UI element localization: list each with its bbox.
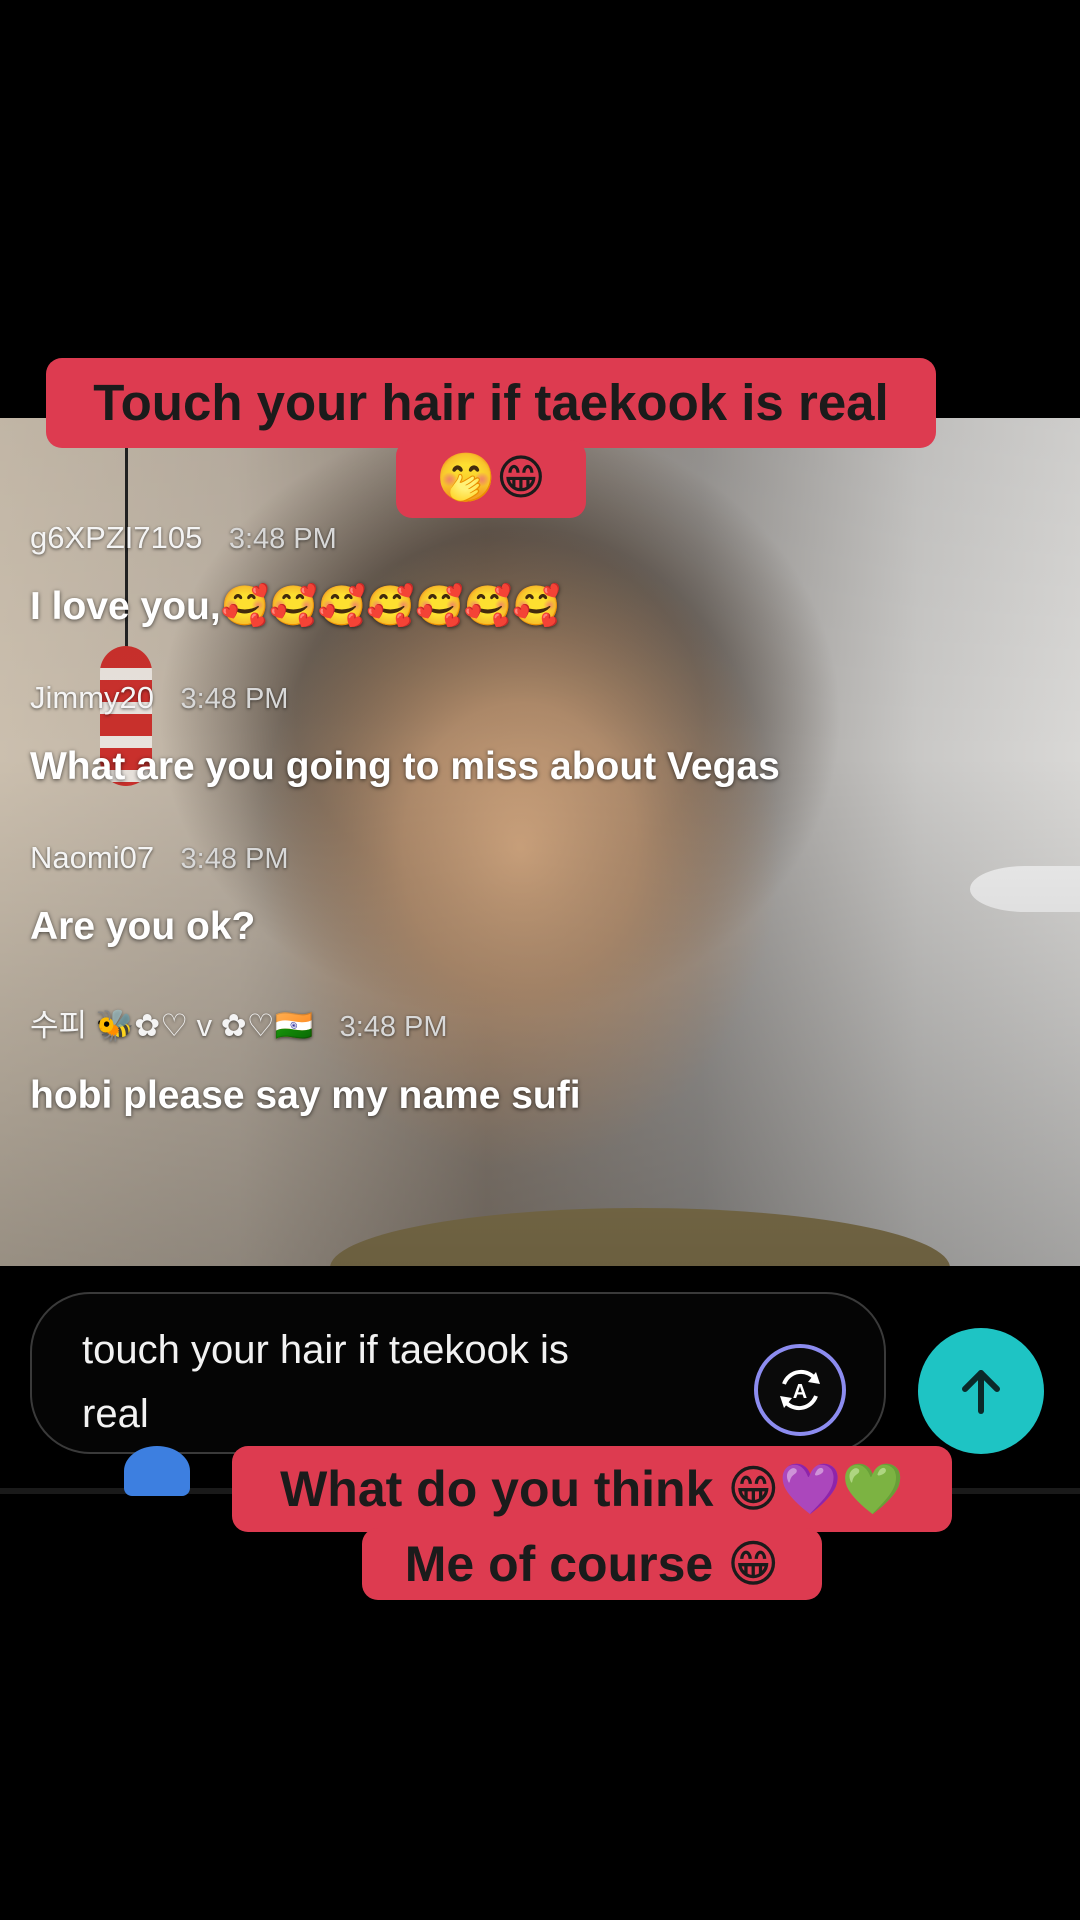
caption-bottom-line2: Me of course 😁 [362, 1528, 822, 1600]
caption-top-emoji: 🤭😁 [396, 440, 586, 518]
chat-username: 수피 🐝✿♡ v ✿♡🇮🇳 [30, 1008, 314, 1043]
live-chat: g6XPZI7105 3:48 PM I love you,🥰🥰🥰🥰🥰🥰🥰 Ji… [30, 520, 790, 1169]
chat-timestamp: 3:48 PM [339, 1011, 448, 1043]
caption-top: Touch your hair if taekook is real [46, 358, 936, 448]
chat-text: Are you ok? [30, 905, 256, 948]
chat-message: Jimmy20 3:48 PM What are you going to mi… [30, 680, 790, 800]
chat-text: hobi please say my name sufi [30, 1074, 581, 1117]
comment-input-text[interactable]: touch your hair if taekook is real [82, 1318, 642, 1446]
chat-username: Jimmy20 [30, 680, 155, 715]
svg-text:A: A [793, 1381, 807, 1403]
chat-username: Naomi07 [30, 840, 155, 875]
chat-message: 수피 🐝✿♡ v ✿♡🇮🇳 3:48 PM hobi please say my… [30, 1000, 790, 1129]
chat-timestamp: 3:48 PM [228, 523, 337, 555]
chat-message: Naomi07 3:48 PM Are you ok? [30, 840, 790, 960]
text-cursor-handle[interactable] [124, 1446, 190, 1496]
chat-message: g6XPZI7105 3:48 PM I love you,🥰🥰🥰🥰🥰🥰🥰 [30, 520, 790, 640]
translate-icon: A [780, 1369, 820, 1411]
caption-bottom: What do you think 😁💜💚 [232, 1446, 952, 1532]
chat-text: What are you going to miss about Vegas [30, 745, 780, 788]
comment-input[interactable]: touch your hair if taekook is real A [30, 1292, 886, 1454]
chat-username: g6XPZI7105 [30, 520, 203, 555]
chat-timestamp: 3:48 PM [180, 683, 289, 715]
translate-button[interactable]: A [754, 1344, 846, 1436]
chat-timestamp: 3:48 PM [180, 843, 289, 875]
chat-text: I love you,🥰🥰🥰🥰🥰🥰🥰 [30, 585, 561, 628]
send-button[interactable] [918, 1328, 1044, 1454]
arrow-up-icon [962, 1370, 1000, 1414]
